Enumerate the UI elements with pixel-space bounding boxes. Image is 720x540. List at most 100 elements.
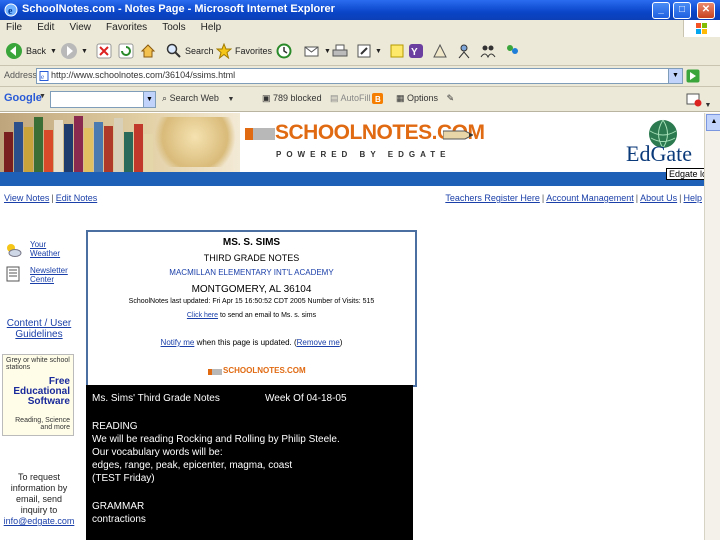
refresh-icon (118, 43, 134, 59)
chevron-down-icon: ▼ (672, 72, 679, 79)
notes-button[interactable] (390, 41, 407, 61)
star-icon (216, 43, 232, 59)
msn-icon (507, 45, 518, 54)
school-name: MACMILLAN ELEMENTARY INT'L ACADEMY (169, 268, 334, 277)
scroll-up-button[interactable]: ▲ (706, 114, 720, 131)
messenger-2-button[interactable] (504, 41, 523, 61)
refresh-button[interactable] (118, 41, 137, 61)
google-dropdown[interactable]: ▼ (143, 91, 156, 108)
mail-button[interactable]: ▼ (303, 41, 331, 61)
discuss-button[interactable] (456, 41, 475, 61)
remove-me-link[interactable]: Remove me (297, 338, 340, 347)
svg-text:e: e (8, 6, 13, 17)
search-icon (166, 43, 181, 58)
back-label: Back (26, 46, 47, 56)
newsletter-label: Newsletter Center (30, 266, 68, 284)
schoolnotes-logo[interactable]: SCHOOLNOTES.COM POWERED BY EDGATE (243, 121, 485, 169)
edgate-logo[interactable]: EdGate (612, 119, 712, 171)
autofill-icon: ▤ (330, 93, 339, 103)
blogger-icon: B (372, 93, 383, 104)
chevron-down-icon: ▼ (375, 47, 382, 55)
view-notes-link[interactable]: View Notes (4, 193, 49, 203)
go-button[interactable] (686, 69, 716, 83)
people-button[interactable] (480, 41, 499, 61)
popup-blocked-label: 789 blocked (273, 93, 322, 103)
request-info: To request information by email, send in… (2, 472, 76, 527)
notes-line: We will be reading Rocking and Rolling b… (92, 434, 340, 445)
toolbar: Back ▼ ▼ Search Favorites ▼ ▼ Y (0, 37, 720, 66)
notify-me-link[interactable]: Notify me (161, 338, 195, 347)
weather-label: Your Weather (30, 240, 61, 258)
search-button[interactable]: Search (166, 41, 214, 61)
edit-notes-link[interactable]: Edit Notes (56, 193, 98, 203)
menu-favorites[interactable]: Favorites (100, 20, 153, 33)
teacher-name: MS. S. SIMS (222, 237, 281, 248)
google-search-input[interactable] (50, 91, 152, 108)
messenger-button[interactable]: Y (408, 41, 427, 61)
logo-subtitle: POWERED BY EDGATE (276, 150, 451, 159)
email-teacher-link[interactable]: Click here (187, 312, 218, 319)
mail-read-icon (686, 93, 702, 107)
minimize-button[interactable]: _ (652, 2, 670, 19)
forward-button[interactable]: ▼ (60, 41, 88, 61)
blogger-button[interactable]: B (372, 93, 383, 106)
page-icon: e (39, 71, 49, 81)
help-link[interactable]: Help (683, 193, 702, 203)
email-line: Click here to send an email to Ms. s. si… (88, 312, 415, 319)
popup-blocked-button[interactable]: ▣ 789 blocked (262, 93, 322, 104)
top-nav: View Notes | Edit Notes Teachers Register … (4, 193, 702, 203)
history-icon (276, 43, 292, 59)
class-notes: Ms. Sims' Third Grade Notes Week Of 04-1… (86, 385, 413, 540)
autofill-button[interactable]: ▤ AutoFill (330, 93, 371, 104)
weather-icon (7, 244, 22, 257)
back-arrow-icon (6, 43, 22, 59)
software-ad[interactable]: Grey or white school stations Free Educa… (2, 354, 74, 436)
back-button[interactable]: Back ▼ (5, 41, 57, 61)
options-button[interactable]: ▦ Options ✎ (396, 93, 454, 104)
chevron-down-icon: ▼ (81, 47, 88, 55)
research-button[interactable] (432, 41, 451, 61)
edit-button[interactable]: ▼ (356, 41, 382, 61)
notes-line: contractions (92, 514, 146, 525)
school-city: MONTGOMERY, AL 36104 (191, 284, 312, 295)
chevron-down-icon: ▼ (227, 96, 235, 103)
maximize-button[interactable]: □ (673, 2, 691, 19)
teachers-register-link[interactable]: Teachers Register Here (445, 193, 540, 203)
account-management-link[interactable]: Account Management (546, 193, 634, 203)
address-dropdown[interactable]: ▼ (668, 68, 683, 84)
favorites-label: Favorites (235, 46, 273, 56)
guidelines-link[interactable]: Content / User Guidelines (4, 318, 74, 340)
home-button[interactable] (140, 41, 159, 61)
pencil-icon: ✎ (446, 93, 455, 103)
chevron-down-icon: ▼ (50, 47, 57, 55)
menu-edit[interactable]: Edit (31, 20, 60, 33)
favorites-button[interactable]: Favorites (216, 41, 272, 61)
chevron-down-icon: ▼ (39, 93, 46, 100)
google-search-web-button[interactable]: ⌕ Search Web ▼ (162, 93, 234, 104)
notes-week: Week Of 04-18-05 (265, 393, 347, 404)
mail-icon (304, 46, 319, 57)
notes-line: GRAMMAR (92, 501, 145, 512)
about-us-link[interactable]: About Us (640, 193, 677, 203)
menu-help[interactable]: Help (195, 20, 228, 33)
menu-file[interactable]: File (0, 20, 28, 33)
vertical-scrollbar[interactable]: ▲ (704, 113, 720, 540)
menu-view[interactable]: View (63, 20, 97, 33)
options-label: Options (407, 93, 439, 103)
history-button[interactable] (276, 41, 295, 61)
notes-title: Ms. Sims' Third Grade Notes (92, 393, 220, 404)
google-logo[interactable]: Google (4, 92, 42, 104)
address-input[interactable]: e http://www.schoolnotes.com/36104/ssims… (36, 68, 670, 84)
autofill-label: AutoFill (340, 93, 371, 103)
research-pane-button[interactable]: ▼ (686, 91, 711, 109)
notes-heading: Ms. Sims' Third Grade Notes Week Of 04-1… (92, 393, 347, 404)
close-button[interactable]: ✕ (697, 2, 715, 19)
research-icon (433, 43, 447, 58)
popup-blocker-icon: ▣ (262, 93, 271, 103)
stop-button[interactable] (96, 41, 115, 61)
edgate-name: EdGate (626, 141, 692, 166)
sticky-note-icon (390, 44, 404, 58)
request-email-link[interactable]: info@edgate.com (4, 516, 75, 526)
menu-tools[interactable]: Tools (156, 20, 191, 33)
print-button[interactable] (332, 41, 351, 61)
